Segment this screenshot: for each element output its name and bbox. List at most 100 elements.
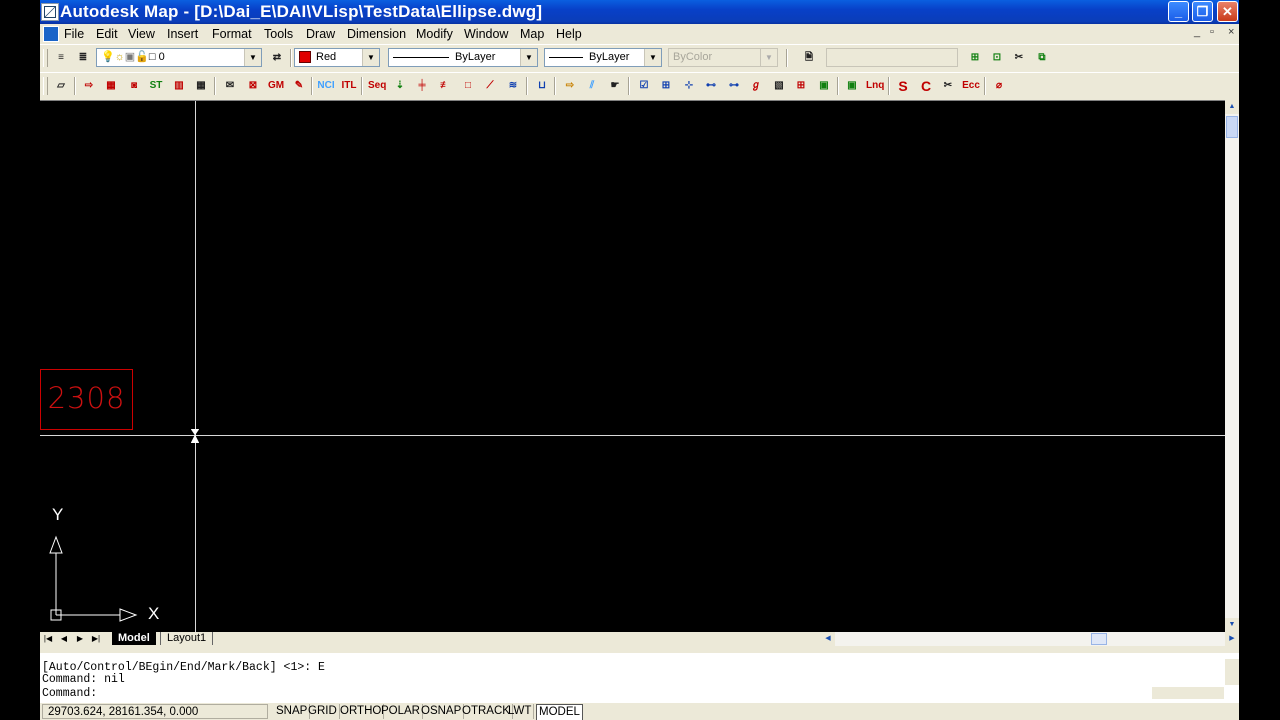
menu-edit[interactable]: Edit: [96, 27, 118, 41]
query-icon[interactable]: ⧉: [1033, 49, 1051, 67]
node-link-icon[interactable]: ⊹: [680, 77, 698, 95]
scroll-down-icon[interactable]: ▼: [1225, 618, 1239, 632]
dimension-box-icon[interactable]: ▧: [770, 77, 788, 95]
menu-file[interactable]: File: [64, 27, 84, 41]
mail-icon[interactable]: ✉: [221, 77, 239, 95]
doc-restore-button[interactable]: ▫: [1210, 26, 1214, 38]
detach-icon[interactable]: ✂: [1010, 49, 1028, 67]
cross-icon[interactable]: ╪: [413, 77, 431, 95]
node-icon[interactable]: ⊞: [657, 77, 675, 95]
seq-icon[interactable]: Seq: [368, 77, 386, 95]
frame-icon[interactable]: ▣: [843, 77, 861, 95]
chevron-down-icon[interactable]: ▼: [244, 49, 261, 66]
hyperlink-icon[interactable]: 🗎: [800, 49, 818, 67]
hand-icon[interactable]: ☛: [606, 77, 624, 95]
menu-view[interactable]: View: [128, 27, 155, 41]
move-icon[interactable]: ⇨: [561, 77, 579, 95]
scroll-up-icon[interactable]: ▲: [1225, 100, 1239, 114]
horizontal-scrollbar[interactable]: ◀ ▶: [821, 632, 1239, 646]
menu-map[interactable]: Map: [520, 27, 544, 41]
tab-model[interactable]: Model: [112, 632, 156, 645]
title-bar[interactable]: Autodesk Map - [D:\Dai_E\DAI\VLisp\TestD…: [40, 0, 1239, 24]
autocad-app-icon[interactable]: [41, 3, 59, 21]
lwt-toggle[interactable]: LWT: [506, 704, 535, 719]
layer-dropdown[interactable]: 💡☼▣🔓□ 0 ▼: [96, 48, 262, 67]
url-field[interactable]: [826, 48, 958, 67]
tab-layout1[interactable]: Layout1: [160, 632, 214, 645]
make-object-layer-current-icon[interactable]: ⇄: [268, 49, 286, 67]
polar-toggle[interactable]: POLAR: [379, 704, 423, 719]
line-icon[interactable]: ⟋: [481, 77, 499, 95]
drawing-label[interactable]: 2308: [40, 381, 133, 415]
chevron-down-icon[interactable]: ▼: [644, 49, 661, 66]
grid-box-icon[interactable]: ⊞: [792, 77, 810, 95]
bracket-icon[interactable]: ⊔: [533, 77, 551, 95]
command-window[interactable]: [Auto/Control/BEgin/End/Mark/Back] <1>: …: [40, 650, 1239, 703]
vertical-scrollbar[interactable]: ▲ ▼: [1225, 100, 1239, 632]
bar-chart-icon[interactable]: ▥: [170, 77, 188, 95]
topology-icon[interactable]: ▱: [52, 77, 70, 95]
layer-manager-icon[interactable]: ≡: [52, 49, 70, 67]
linetype-dropdown[interactable]: ByLayer ▼: [388, 48, 538, 67]
erase-icon[interactable]: ⌀: [990, 77, 1008, 95]
command-vertical-scrollbar[interactable]: [1225, 659, 1239, 685]
toolbar-grip[interactable]: [43, 49, 48, 67]
insert-block-icon[interactable]: ⊡: [988, 49, 1006, 67]
snap-toggle[interactable]: SNAP: [274, 704, 311, 719]
ecc-icon[interactable]: Ecc: [962, 77, 980, 95]
select-box-icon[interactable]: ▣: [815, 77, 833, 95]
s-curve-icon[interactable]: S: [894, 77, 912, 95]
attach-drawing-icon[interactable]: ◙: [125, 77, 143, 95]
close-button[interactable]: ✕: [1217, 1, 1238, 22]
menu-help[interactable]: Help: [556, 27, 582, 41]
break-icon[interactable]: ✂: [939, 77, 957, 95]
scroll-thumb[interactable]: [1091, 633, 1107, 645]
menu-modify[interactable]: Modify: [416, 27, 453, 41]
check-icon[interactable]: ☑: [635, 77, 653, 95]
doc-close-button[interactable]: ×: [1228, 26, 1234, 38]
c-curve-icon[interactable]: C: [917, 77, 935, 95]
slash-icon[interactable]: ⫽: [583, 77, 601, 95]
toolbar-grip[interactable]: [43, 77, 48, 95]
gei-icon[interactable]: ℊ: [747, 77, 765, 95]
next-tab-icon[interactable]: ▶: [72, 632, 88, 646]
osnap-toggle[interactable]: OSNAP: [419, 704, 465, 719]
drawing-cleanup-icon[interactable]: ⇨: [80, 77, 98, 95]
minimize-button[interactable]: _: [1168, 1, 1189, 22]
ortho-toggle[interactable]: ORTHO: [338, 704, 385, 719]
attach-icon[interactable]: ⊞: [966, 49, 984, 67]
grid-line-icon[interactable]: ≢: [436, 77, 454, 95]
gm-icon[interactable]: GM: [267, 77, 285, 95]
command-prompt[interactable]: Command:: [42, 687, 97, 700]
drawing-canvas[interactable]: 2308 Y X: [40, 100, 1225, 633]
map-book-icon[interactable]: ▦: [102, 77, 120, 95]
arrow-down-icon[interactable]: ⇣: [391, 77, 409, 95]
first-tab-icon[interactable]: |◀: [40, 632, 56, 646]
menu-draw[interactable]: Draw: [306, 27, 335, 41]
node-no-icon[interactable]: ⊷: [702, 77, 720, 95]
itl-icon[interactable]: ITL: [340, 77, 358, 95]
table-icon[interactable]: ▦: [192, 77, 210, 95]
doc-minimize-button[interactable]: _: [1194, 26, 1200, 38]
nci-icon[interactable]: NCI: [317, 77, 335, 95]
scroll-left-icon[interactable]: ◀: [821, 632, 835, 646]
chevron-down-icon[interactable]: ▼: [520, 49, 537, 66]
maximize-button[interactable]: ❐: [1192, 1, 1213, 22]
envelope-close-icon[interactable]: ⊠: [244, 77, 262, 95]
node-rl-icon[interactable]: ⊶: [725, 77, 743, 95]
otrack-toggle[interactable]: OTRACK: [460, 704, 513, 719]
pen-icon[interactable]: ✎: [290, 77, 308, 95]
scroll-right-icon[interactable]: ▶: [1225, 632, 1239, 646]
menu-format[interactable]: Format: [212, 27, 252, 41]
layer-previous-icon[interactable]: ≣: [74, 49, 92, 67]
color-dropdown[interactable]: Red ▼: [294, 48, 380, 67]
st-icon[interactable]: ST: [147, 77, 165, 95]
lnq-icon[interactable]: Lnq: [866, 77, 884, 95]
wave-icon[interactable]: ≋: [504, 77, 522, 95]
menu-tools[interactable]: Tools: [264, 27, 293, 41]
document-icon[interactable]: [43, 26, 59, 42]
model-toggle[interactable]: MODEL: [536, 704, 583, 720]
last-tab-icon[interactable]: ▶|: [88, 632, 104, 646]
coordinate-display[interactable]: 29703.624, 28161.354, 0.000: [42, 704, 268, 719]
lineweight-dropdown[interactable]: ByLayer ▼: [544, 48, 662, 67]
